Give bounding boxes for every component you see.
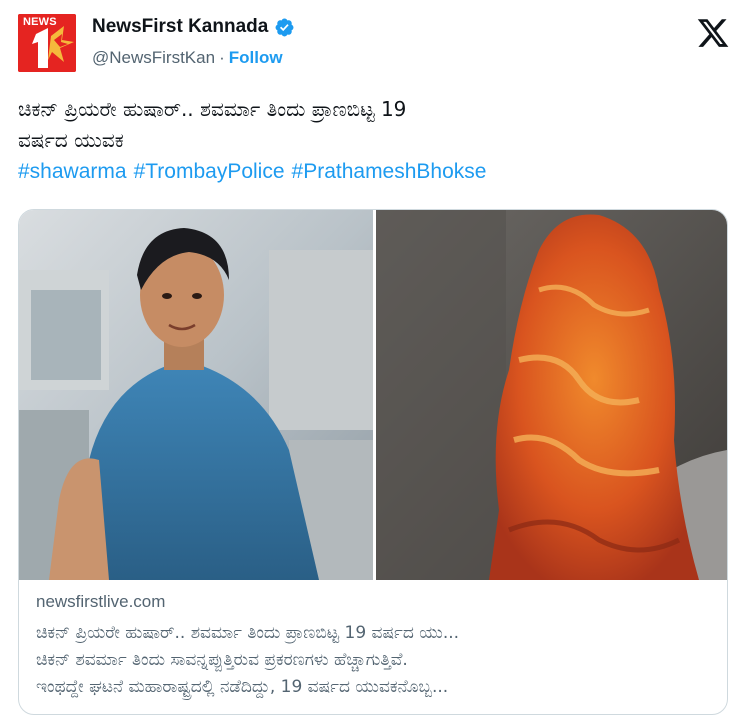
hashtag-row: #shawarma #TrombayPolice #PrathameshBhok… xyxy=(18,160,486,184)
card-title[interactable]: ಚಿಕನ್ ಪ್ರಿಯರೇ ಹುಷಾರ್.. ಶವರ್ಮಾ ತಿಂದು ಪ್ರಾ… xyxy=(36,620,716,647)
verified-badge-icon[interactable] xyxy=(274,17,295,38)
follow-button[interactable]: Follow xyxy=(229,48,283,68)
link-preview-card[interactable]: newsfirstlive.com ಚಿಕನ್ ಪ್ರಿಯರೇ ಹುಷಾರ್..… xyxy=(18,209,728,715)
left-photo-young-man xyxy=(19,210,373,580)
hashtag-shawarma[interactable]: #shawarma xyxy=(18,160,127,184)
avatar[interactable]: NEWS xyxy=(18,14,76,72)
card-footer: newsfirstlive.com ಚಿಕನ್ ಪ್ರಿಯರೇ ಹುಷಾರ್..… xyxy=(36,592,716,701)
hashtag-prathamesh-bhokse[interactable]: #PrathameshBhokse xyxy=(292,160,487,184)
name-line: NewsFirst Kannada xyxy=(92,16,295,38)
right-photo-shawarma xyxy=(376,210,727,580)
card-image[interactable] xyxy=(19,210,727,580)
tweet-text: ಚಿಕನ್ ಪ್ರಿಯರೇ ಹುಷಾರ್.. ಶವರ್ಮಾ ತಿಂದು ಪ್ರಾ… xyxy=(18,94,723,156)
display-name[interactable]: NewsFirst Kannada xyxy=(92,16,268,38)
card-description-line2: ಇಂಥದ್ದೇ ಘಟನೆ ಮಹಾರಾಷ್ಟ್ರದಲ್ಲಿ ನಡೆದಿದ್ದು, … xyxy=(36,677,449,697)
hashtag-trombay-police[interactable]: #TrombayPolice xyxy=(134,160,285,184)
separator-dot: · xyxy=(219,48,225,67)
tweet-text-line2: ವರ್ಷದ ಯುವಕ xyxy=(18,128,124,152)
tweet-header: NEWS NewsFirst Kannada @NewsFirstKan · F… xyxy=(18,14,730,76)
handle-line: @NewsFirstKan · Follow xyxy=(92,48,283,68)
avatar-text: NEWS xyxy=(23,16,57,28)
x-logo-icon[interactable] xyxy=(696,16,730,50)
account-handle[interactable]: @NewsFirstKan xyxy=(92,48,215,68)
tweet-text-line1: ಚಿಕನ್ ಪ್ರಿಯರೇ ಹುಷಾರ್.. ಶವರ್ಮಾ ತಿಂದು ಪ್ರಾ… xyxy=(18,97,407,121)
card-description-line1: ಚಿಕನ್ ಶವರ್ಮಾ ತಿಂದು ಸಾವನ್ನಪ್ಪುತ್ತಿರುವ ಪ್ರ… xyxy=(36,650,408,670)
card-domain[interactable]: newsfirstlive.com xyxy=(36,592,716,620)
